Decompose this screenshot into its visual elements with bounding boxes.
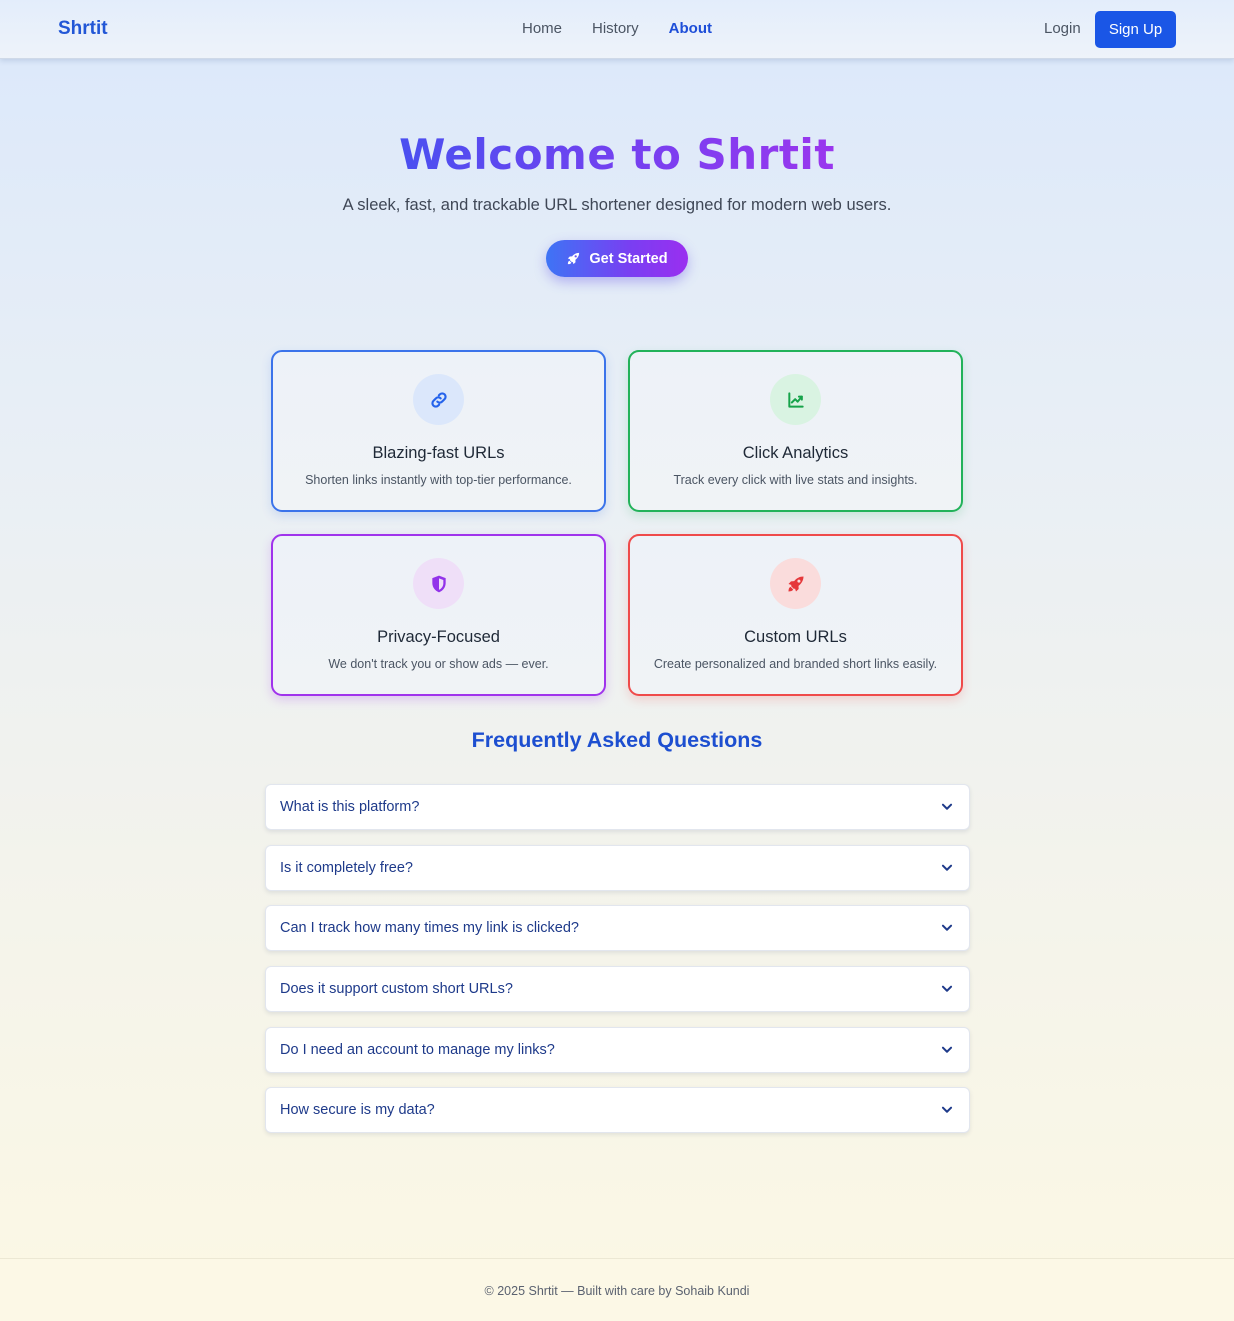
faq-item[interactable]: Can I track how many times my link is cl… bbox=[265, 905, 970, 951]
nav-link-about[interactable]: About bbox=[669, 20, 712, 37]
rocket-icon bbox=[568, 252, 580, 265]
feature-card-click-analytics: Click Analytics Track every click with l… bbox=[628, 350, 963, 512]
faq-question: Is it completely free? bbox=[280, 860, 413, 876]
chevron-down-icon bbox=[941, 1046, 953, 1053]
feature-card-fast-urls: Blazing-fast URLs Shorten links instantl… bbox=[271, 350, 606, 512]
feature-title: Privacy-Focused bbox=[377, 628, 500, 646]
faq-question: Does it support custom short URLs? bbox=[280, 981, 513, 997]
signup-button[interactable]: Sign Up bbox=[1095, 11, 1176, 48]
faq-question: What is this platform? bbox=[280, 799, 420, 815]
chevron-down-icon bbox=[941, 864, 953, 871]
link-icon bbox=[413, 374, 464, 425]
feature-card-privacy: Privacy-Focused We don't track you or sh… bbox=[271, 534, 606, 696]
feature-title: Blazing-fast URLs bbox=[372, 444, 505, 462]
rocket-icon bbox=[770, 558, 821, 609]
feature-title: Click Analytics bbox=[742, 444, 849, 462]
faq-item[interactable]: Do I need an account to manage my links? bbox=[265, 1027, 970, 1073]
faq-question: Can I track how many times my link is cl… bbox=[280, 920, 579, 936]
feature-title: Custom URLs bbox=[744, 628, 847, 646]
chevron-down-icon bbox=[941, 803, 953, 810]
feature-card-custom-urls: Custom URLs Create personalized and bran… bbox=[628, 534, 963, 696]
faq-item[interactable]: Is it completely free? bbox=[265, 845, 970, 891]
login-link[interactable]: Login bbox=[1044, 20, 1081, 37]
navbar: Shrtit Home History About Login Sign Up bbox=[0, 0, 1234, 59]
shield-icon bbox=[413, 558, 464, 609]
chevron-down-icon bbox=[941, 985, 953, 992]
footer-copyright: © 2025 Shrtit — Built with care by Sohai… bbox=[484, 1284, 750, 1298]
chart-line-icon bbox=[770, 374, 821, 425]
nav-link-history[interactable]: History bbox=[592, 20, 639, 37]
faq-item[interactable]: Does it support custom short URLs? bbox=[265, 966, 970, 1012]
get-started-label: Get Started bbox=[589, 250, 668, 267]
feature-description: Create personalized and branded short li… bbox=[653, 657, 938, 671]
hero-title: Welcome to Shrtit bbox=[0, 130, 1234, 179]
hero-title-text: Welcome to Shrtit bbox=[399, 130, 835, 179]
get-started-button[interactable]: Get Started bbox=[546, 240, 688, 277]
faq-item[interactable]: What is this platform? bbox=[265, 784, 970, 830]
feature-description: Shorten links instantly with top-tier pe… bbox=[305, 473, 572, 487]
chevron-down-icon bbox=[941, 1106, 953, 1113]
hero-subtitle: A sleek, fast, and trackable URL shorten… bbox=[342, 196, 892, 214]
nav-link-home[interactable]: Home bbox=[522, 20, 562, 37]
faq-question: Do I need an account to manage my links? bbox=[280, 1042, 555, 1058]
faq-question: How secure is my data? bbox=[280, 1102, 435, 1118]
feature-description: We don't track you or show ads — ever. bbox=[328, 657, 549, 671]
feature-description: Track every click with live stats and in… bbox=[673, 473, 918, 487]
faq-item[interactable]: How secure is my data? bbox=[265, 1087, 970, 1133]
chevron-down-icon bbox=[941, 924, 953, 931]
faq-heading: Frequently Asked Questions bbox=[471, 728, 763, 752]
footer: © 2025 Shrtit — Built with care by Sohai… bbox=[0, 1258, 1234, 1321]
